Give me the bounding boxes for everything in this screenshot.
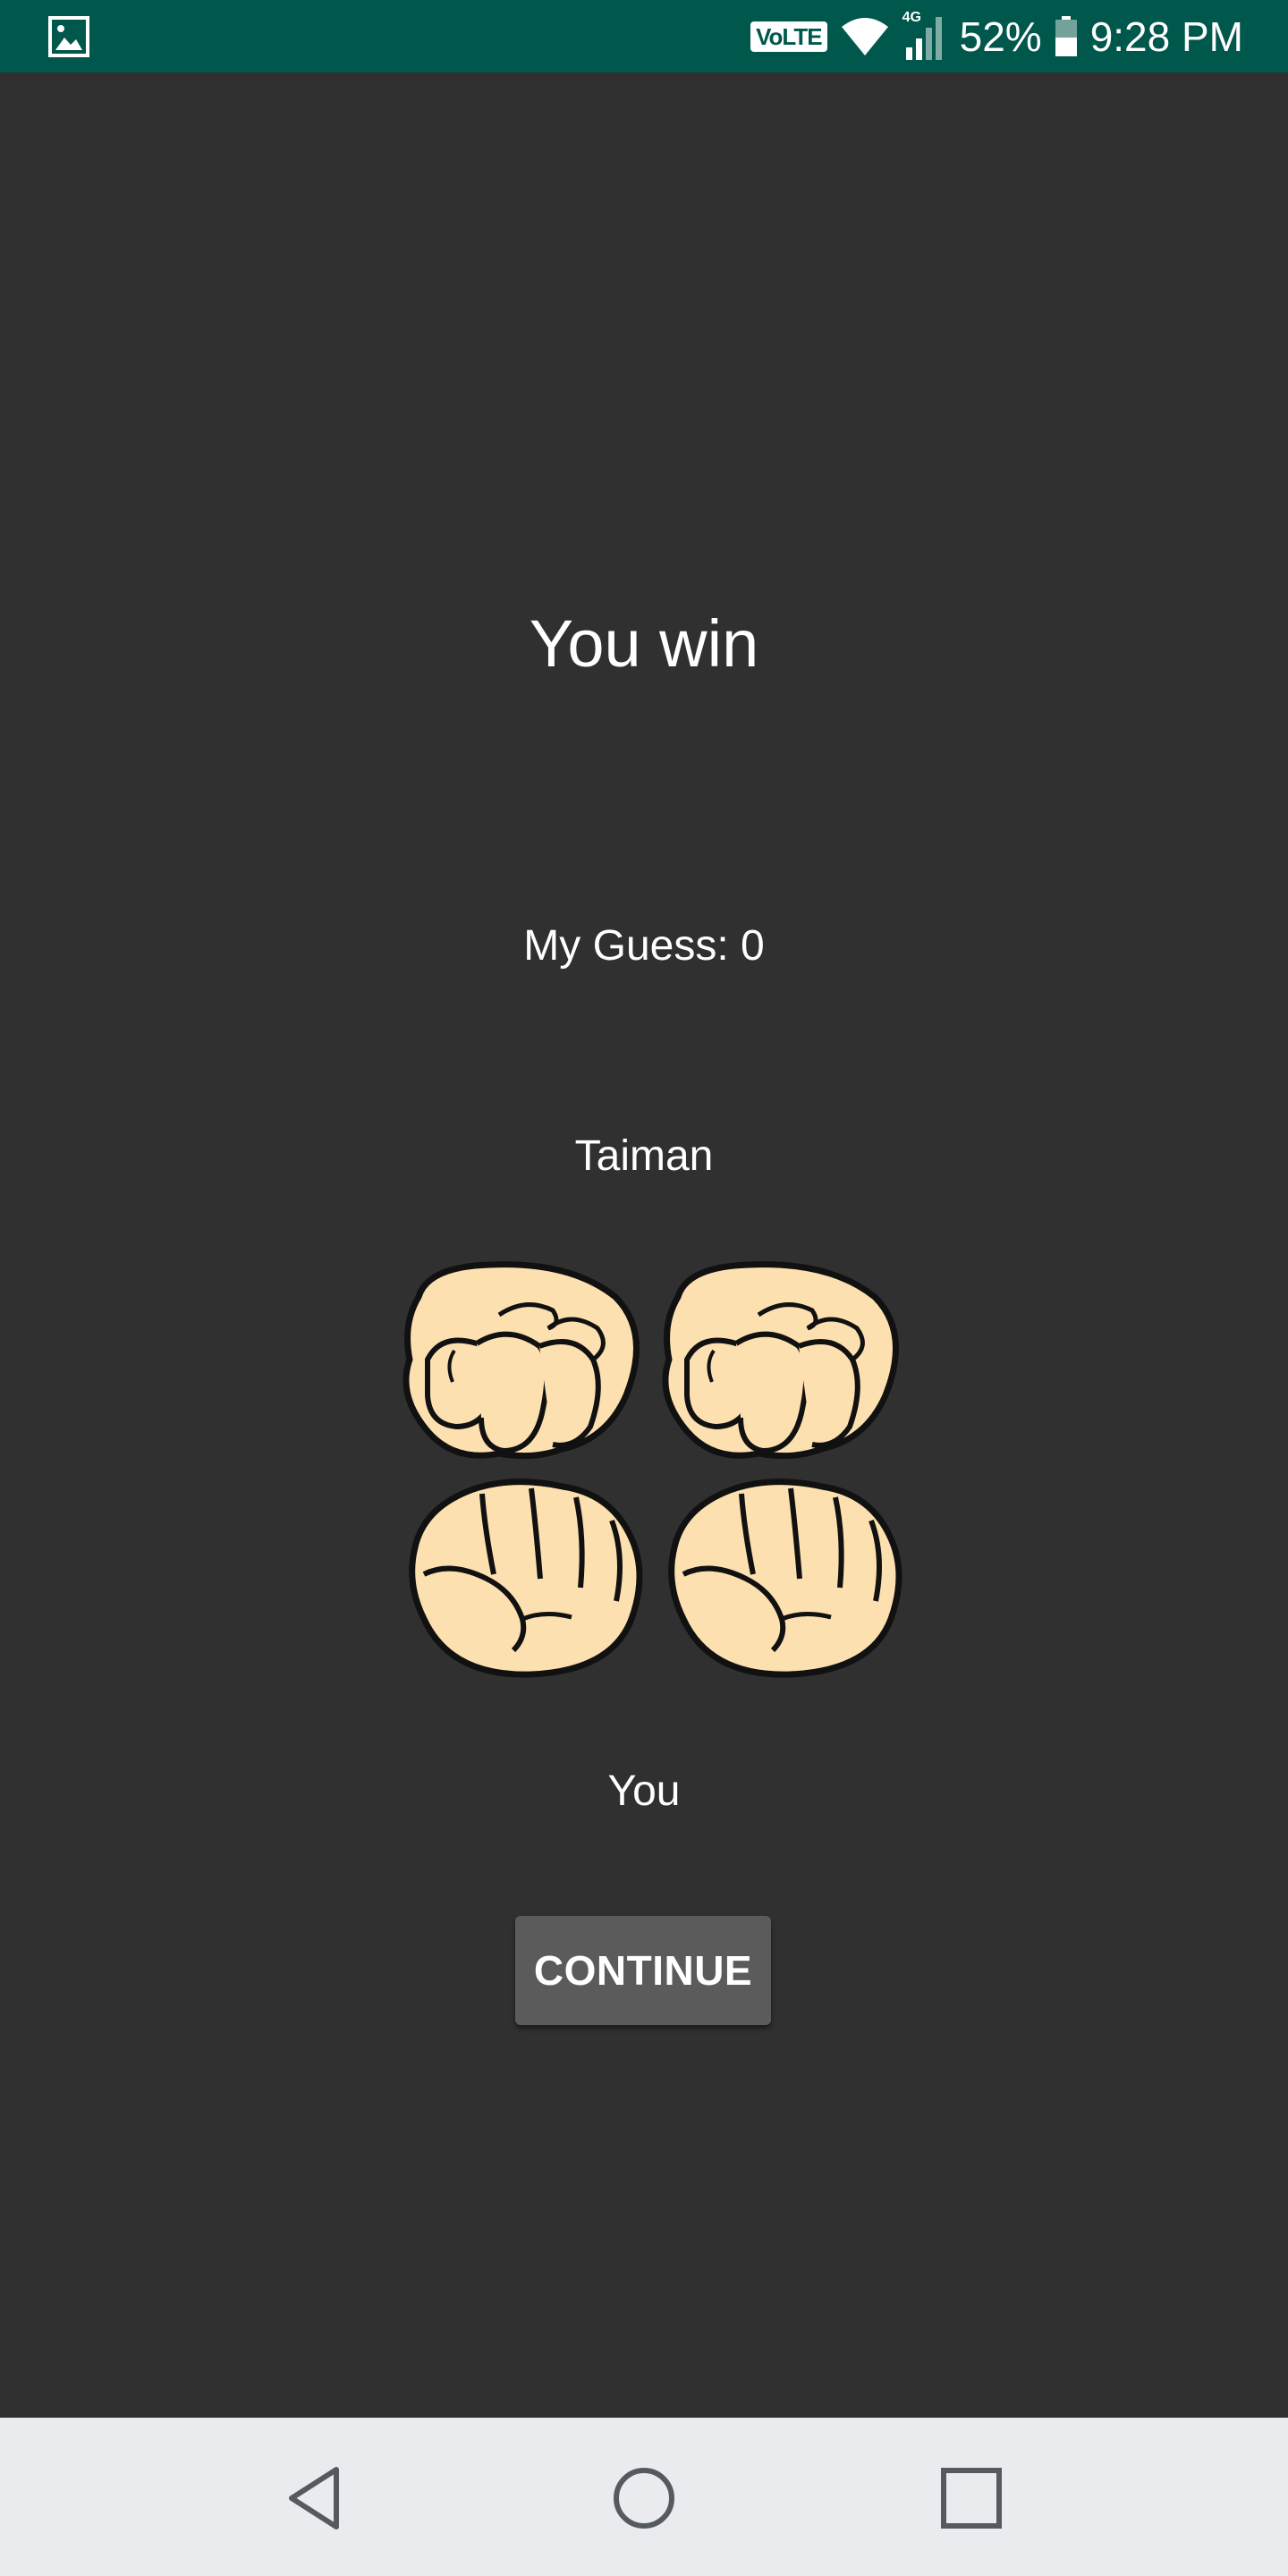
- battery-icon: [1055, 15, 1077, 56]
- back-icon[interactable]: [279, 2462, 351, 2534]
- wifi-icon: [841, 17, 888, 55]
- home-icon[interactable]: [608, 2462, 680, 2534]
- cell-signal-icon: 4G: [902, 10, 947, 62]
- volte-badge: VoLTE: [750, 21, 827, 52]
- opponent-hand-right: [665, 1265, 896, 1456]
- status-bar: VoLTE 4G 52% 9:28 PM: [0, 0, 1288, 72]
- guess-text: My Guess: 0: [523, 922, 765, 970]
- navigation-bar: [0, 2418, 1288, 2576]
- player-hand-right: [672, 1482, 899, 1674]
- image-notification-icon: [48, 16, 89, 57]
- opponent-name: Taiman: [574, 1132, 714, 1180]
- continue-button[interactable]: CONTINUE: [515, 1916, 771, 2025]
- hands-illustration: [385, 1257, 903, 1686]
- player-hand-left: [412, 1482, 640, 1674]
- opponent-hand-left: [406, 1265, 637, 1456]
- clock: 9:28 PM: [1089, 13, 1243, 60]
- result-title: You win: [529, 606, 759, 681]
- status-indicators: VoLTE 4G 52% 9:28 PM: [750, 0, 1243, 72]
- player-name: You: [607, 1767, 681, 1815]
- recent-apps-icon[interactable]: [936, 2462, 1007, 2534]
- battery-percent: 52%: [959, 13, 1042, 60]
